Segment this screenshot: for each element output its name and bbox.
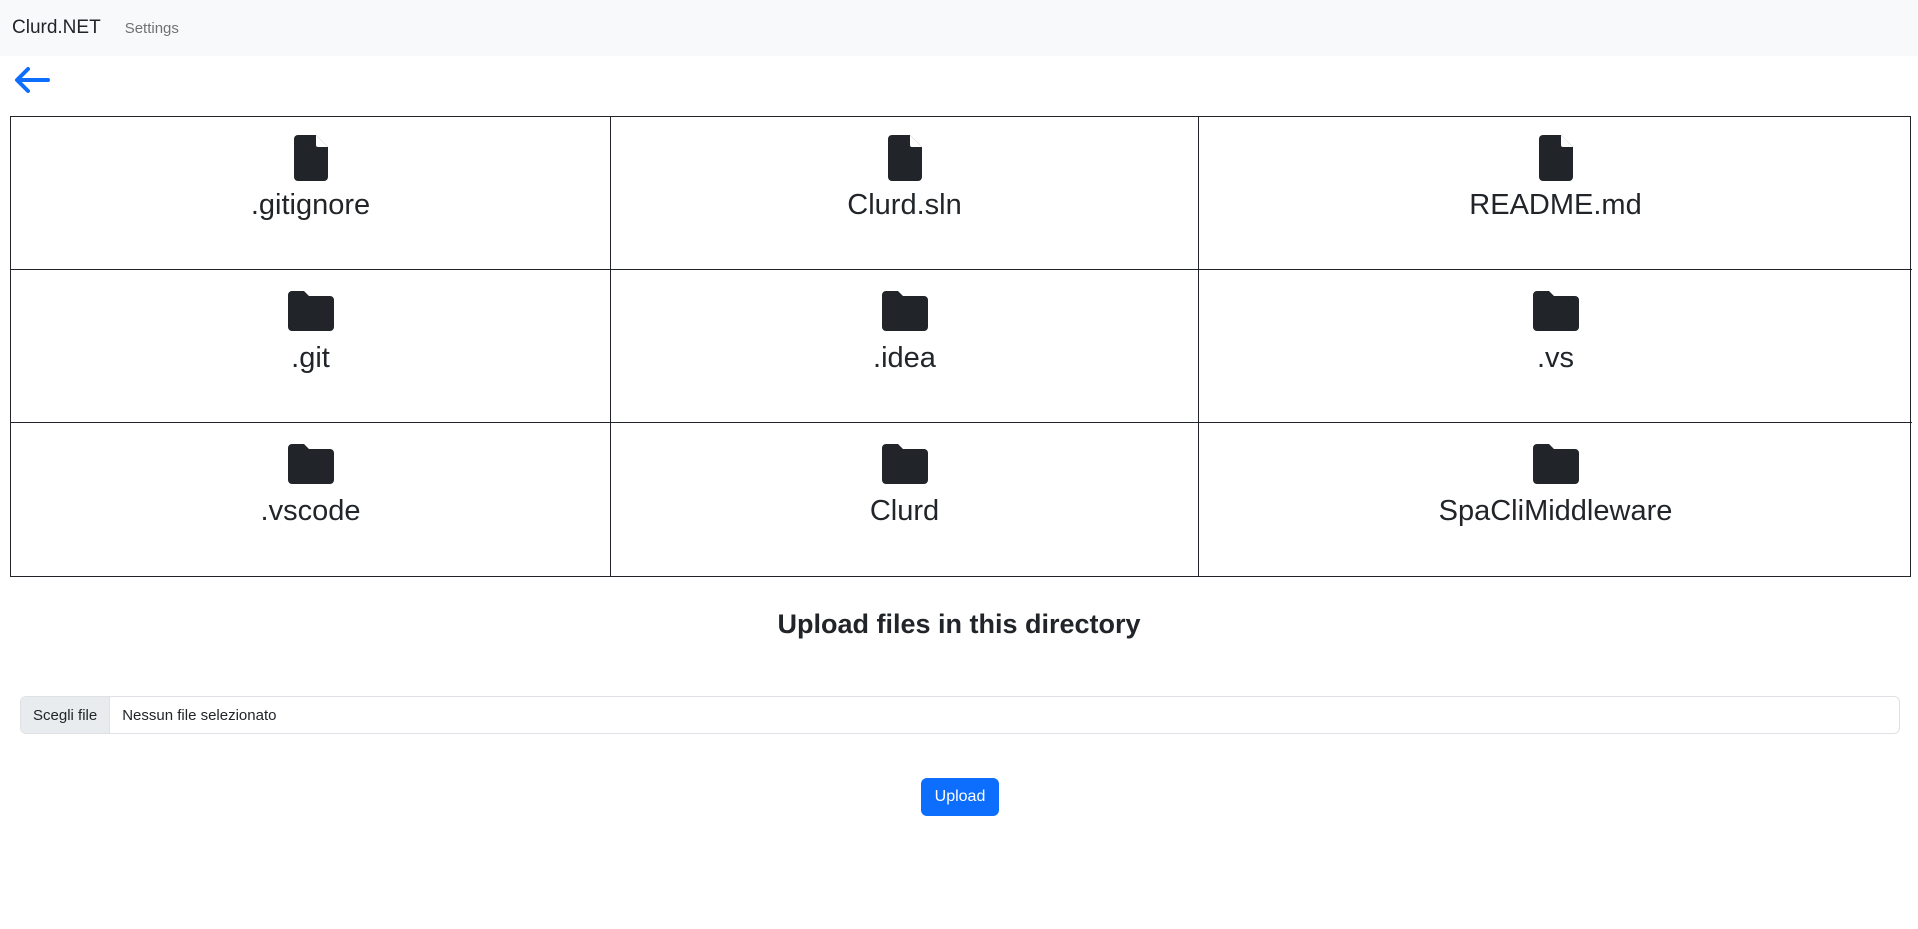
folder-icon — [287, 288, 334, 334]
file-icon — [293, 135, 328, 181]
entry-name: .idea — [873, 342, 936, 374]
folder-icon — [1532, 288, 1579, 334]
directory-grid: .gitignore Clurd.sln README.md .git .ide… — [10, 116, 1912, 577]
entry-cell[interactable]: .git — [11, 270, 611, 423]
folder-icon — [881, 288, 928, 334]
entry-cell[interactable]: .vscode — [11, 423, 611, 576]
top-navbar: Clurd.NET Settings — [0, 0, 1918, 56]
entry-cell[interactable]: .idea — [611, 270, 1199, 423]
folder-icon — [1532, 441, 1579, 487]
entry-name: .vscode — [260, 495, 361, 527]
entry-name: .git — [291, 342, 330, 374]
entry-cell[interactable]: SpaCliMiddleware — [1199, 423, 1912, 576]
file-input[interactable]: Scegli file Nessun file selezionato — [20, 696, 1900, 734]
entry-cell[interactable]: .vs — [1199, 270, 1912, 423]
entry-name: README.md — [1469, 189, 1642, 221]
entry-cell[interactable]: README.md — [1199, 117, 1912, 270]
brand-link[interactable]: Clurd.NET — [12, 17, 101, 39]
entry-cell[interactable]: Clurd.sln — [611, 117, 1199, 270]
back-row — [0, 56, 1918, 116]
folder-icon — [881, 441, 928, 487]
upload-heading: Upload files in this directory — [777, 609, 1141, 639]
entry-name: .gitignore — [250, 189, 371, 221]
folder-icon — [287, 441, 334, 487]
entry-cell[interactable]: .gitignore — [11, 117, 611, 270]
entry-name: Clurd — [869, 495, 940, 527]
settings-link[interactable]: Settings — [125, 20, 179, 37]
file-icon — [1538, 135, 1573, 181]
file-status-text: Nessun file selezionato — [122, 706, 277, 724]
upload-button[interactable]: Upload — [921, 778, 999, 816]
entry-cell[interactable]: Clurd — [611, 423, 1199, 576]
entry-name: .vs — [1536, 342, 1575, 374]
arrow-left-icon[interactable] — [14, 66, 50, 94]
file-icon — [887, 135, 922, 181]
entry-name: SpaCliMiddleware — [1438, 495, 1673, 527]
choose-file-button[interactable]: Scegli file — [21, 697, 111, 733]
entry-name: Clurd.sln — [847, 189, 962, 221]
